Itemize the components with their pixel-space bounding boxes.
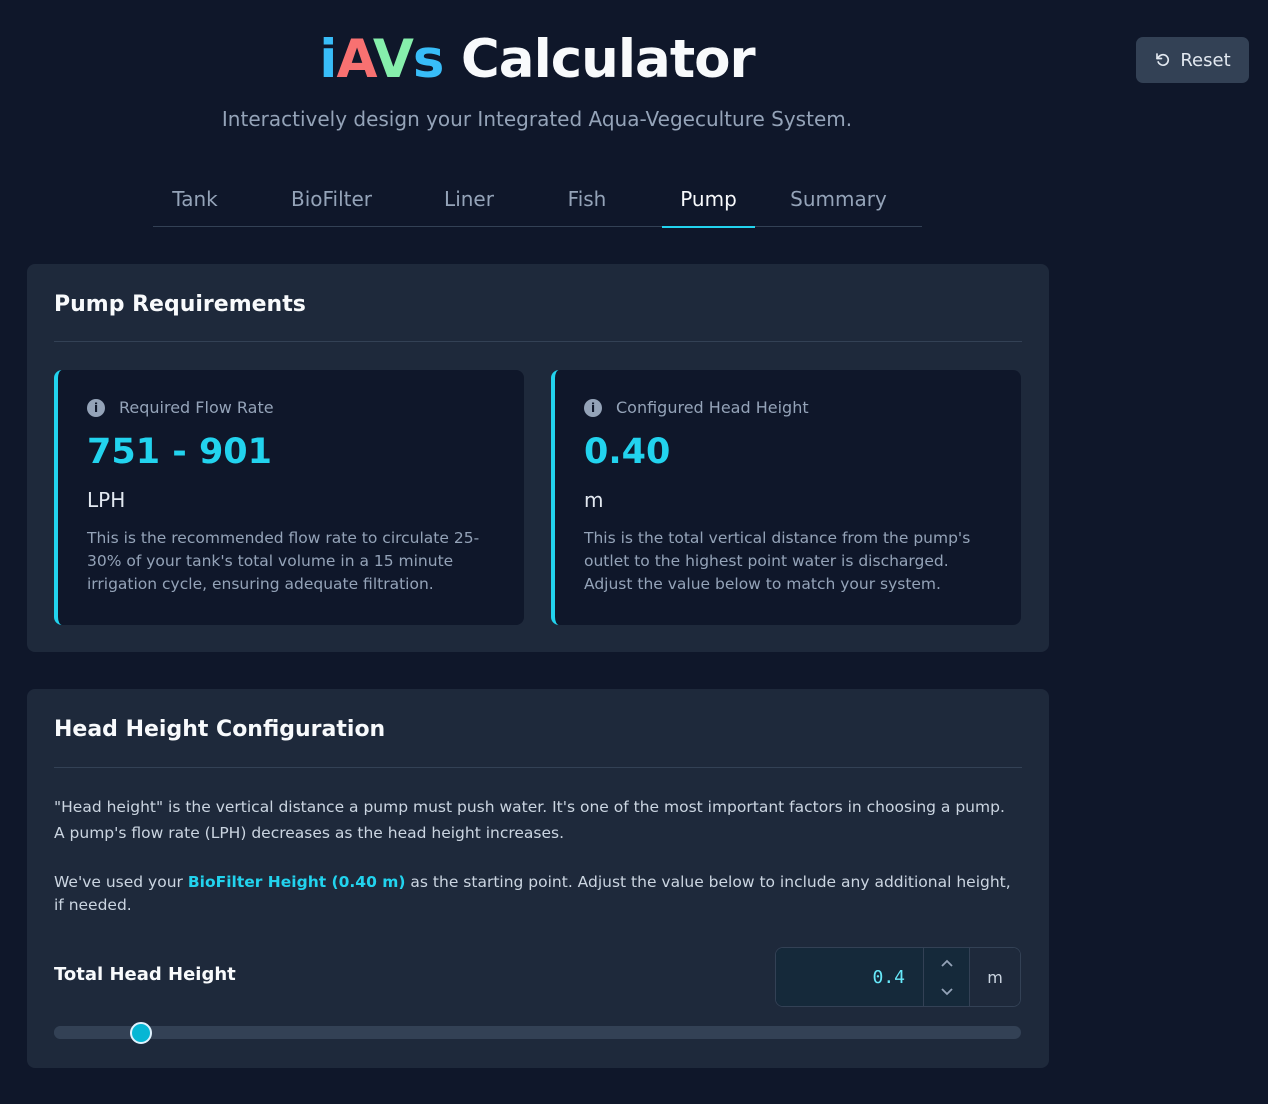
header: iAVs Calculator Interactively design you… [0, 0, 1074, 132]
flow-rate-panel: i Required Flow Rate 751 - 901 LPH This … [54, 370, 524, 625]
title-letter-a: A [336, 29, 373, 90]
tab-pump[interactable]: Pump [662, 170, 755, 228]
pump-requirements-title: Pump Requirements [54, 292, 306, 317]
title-rest: Calculator [460, 29, 756, 90]
divider [54, 767, 1022, 768]
slider-thumb[interactable] [130, 1021, 153, 1044]
tab-summary[interactable]: Summary [755, 170, 922, 227]
slider-fill [54, 1026, 142, 1039]
head-height-unit-label: m [969, 948, 1020, 1006]
head-config-title: Head Height Configuration [54, 717, 386, 742]
total-head-height-label: Total Head Height [54, 964, 236, 985]
head-height-config-card: Head Height Configuration "Head height" … [27, 689, 1049, 1068]
reset-icon [1156, 53, 1170, 66]
divider [54, 341, 1022, 342]
head-height-label: Configured Head Height [616, 398, 809, 417]
title-letter-i: i [319, 29, 337, 90]
chevron-up-icon [940, 959, 953, 967]
tab-fish[interactable]: Fish [512, 170, 662, 227]
reset-button[interactable]: Reset [1136, 37, 1249, 83]
reset-label: Reset [1180, 49, 1231, 71]
flow-rate-label: Required Flow Rate [119, 398, 274, 417]
head-height-input[interactable] [776, 948, 923, 1006]
title-letter-s: s [412, 29, 445, 90]
pump-requirements-card: Pump Requirements i Required Flow Rate 7… [27, 264, 1049, 652]
subtitle: Interactively design your Integrated Aqu… [221, 107, 853, 131]
flow-rate-header: i Required Flow Rate [87, 398, 274, 417]
info-icon[interactable]: i [87, 398, 105, 417]
tab-biofilter[interactable]: BioFilter [237, 170, 426, 227]
decrement-button[interactable] [924, 977, 969, 1006]
head-height-panel: i Configured Head Height 0.40 m This is … [551, 370, 1021, 625]
tab-tank[interactable]: Tank [153, 170, 237, 227]
info-icon[interactable]: i [584, 398, 602, 417]
head-height-explanation: "Head height" is the vertical distance a… [54, 798, 1005, 842]
head-height-stepper: m [775, 947, 1021, 1007]
head-height-header: i Configured Head Height [584, 398, 809, 417]
head-height-slider[interactable] [54, 1021, 1021, 1044]
biofilter-height-highlight: BioFilter Height (0.40 m) [187, 873, 406, 891]
head-height-description: This is the total vertical distance from… [584, 529, 971, 593]
starting-point-note: We've used your BioFilter Height (0.40 m… [54, 871, 1014, 917]
increment-button[interactable] [924, 948, 969, 977]
stepper-buttons [923, 948, 969, 1006]
tab-liner[interactable]: Liner [426, 170, 512, 227]
note-prefix: We've used your [54, 873, 188, 891]
tab-bar: Tank BioFilter Liner Fish Pump Summary [153, 170, 922, 228]
app-title: iAVs Calculator [0, 30, 1074, 90]
head-height-unit: m [584, 488, 604, 512]
head-height-value: 0.40 [584, 432, 671, 472]
chevron-down-icon [940, 987, 953, 995]
flow-rate-unit: LPH [87, 488, 126, 512]
flow-rate-description: This is the recommended flow rate to cir… [87, 529, 480, 593]
title-letter-v: V [372, 29, 414, 90]
flow-rate-value: 751 - 901 [87, 432, 273, 472]
